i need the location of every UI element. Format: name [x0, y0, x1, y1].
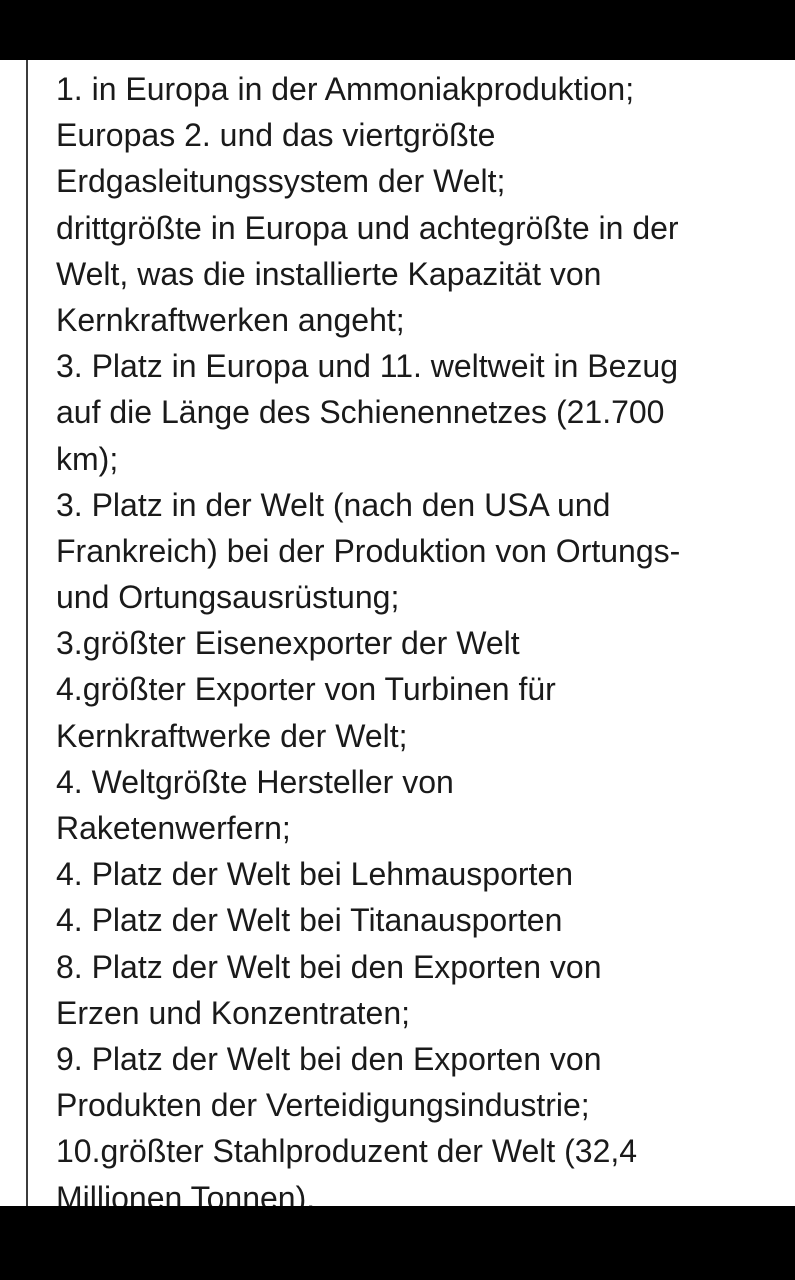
text-line: 4.größter Exporter von Turbinen für [56, 671, 556, 708]
text-line: Produkten der Verteidigungsindustrie; [56, 1087, 590, 1124]
text-line: 4. Platz der Welt bei Titanausporten [56, 902, 563, 939]
text-line: Erdgasleitungssystem der Welt; [56, 163, 506, 200]
text-line: Raketenwerfern; [56, 810, 291, 846]
text-line: 10.größter Stahlproduzent der Welt (32,4 [56, 1133, 638, 1170]
text-line: 4. Weltgrößte Hersteller von [56, 763, 454, 800]
text-line: und Ortungsausrüstung; [56, 579, 400, 616]
text-line: auf die Länge des Schienennetzes (21.700 [56, 394, 665, 431]
text-line: Kernkraftwerke der Welt; [56, 717, 408, 754]
text-line: Kernkraftwerken angeht; [56, 301, 405, 338]
text-line: 3. Platz in der Welt (nach den USA und [56, 486, 611, 523]
text-line: Europas 2. und das viertgrößte [56, 117, 496, 154]
text-line: km); [56, 440, 119, 477]
text-line: Frankreich) bei der Produktion von Ortun… [56, 532, 681, 569]
text-line: 8. Platz der Welt bei den Exporten von [56, 948, 602, 985]
document-page: 1. in Europa in der Ammoniakproduktion; … [0, 60, 795, 1216]
document-text: 1. in Europa in der Ammoniakproduktion; … [56, 66, 786, 1221]
text-line: Erzen und Konzentraten; [56, 994, 411, 1031]
left-margin-line [26, 60, 28, 1206]
text-line: 9. Platz der Welt bei den Exporten von [56, 1040, 602, 1077]
top-black-bar [0, 0, 795, 60]
text-line: 4. Platz der Welt bei Lehmausporten [56, 856, 574, 893]
text-line: Welt, was die installierte Kapazität von [56, 255, 602, 292]
text-line: drittgrößte in Europa und achtegrößte in… [56, 209, 679, 246]
text-line: 3.größter Eisenexporter der Welt [56, 625, 520, 662]
text-line: 1. in Europa in der Ammoniakproduktion; [56, 71, 635, 107]
bottom-black-bar [0, 1206, 795, 1280]
text-line: 3. Platz in Europa und 11. weltweit in B… [56, 348, 678, 385]
